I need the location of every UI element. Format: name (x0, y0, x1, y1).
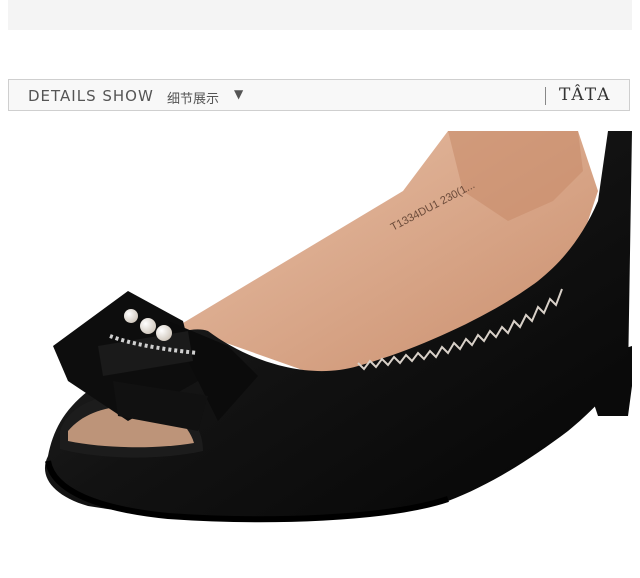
top-image-strip (8, 0, 632, 30)
details-title: DETAILS SHOW (28, 87, 154, 105)
product-detail-photo: T1334DU1 230(1... (8, 131, 632, 571)
details-subtitle: 细节展示 (167, 92, 220, 107)
details-header-bar: DETAILS SHOW 细节展示 ▼ TÂTA (8, 79, 630, 111)
brand-logo: TÂTA (559, 85, 612, 105)
header-divider (545, 87, 546, 105)
caret-down-icon: ▼ (234, 87, 244, 101)
